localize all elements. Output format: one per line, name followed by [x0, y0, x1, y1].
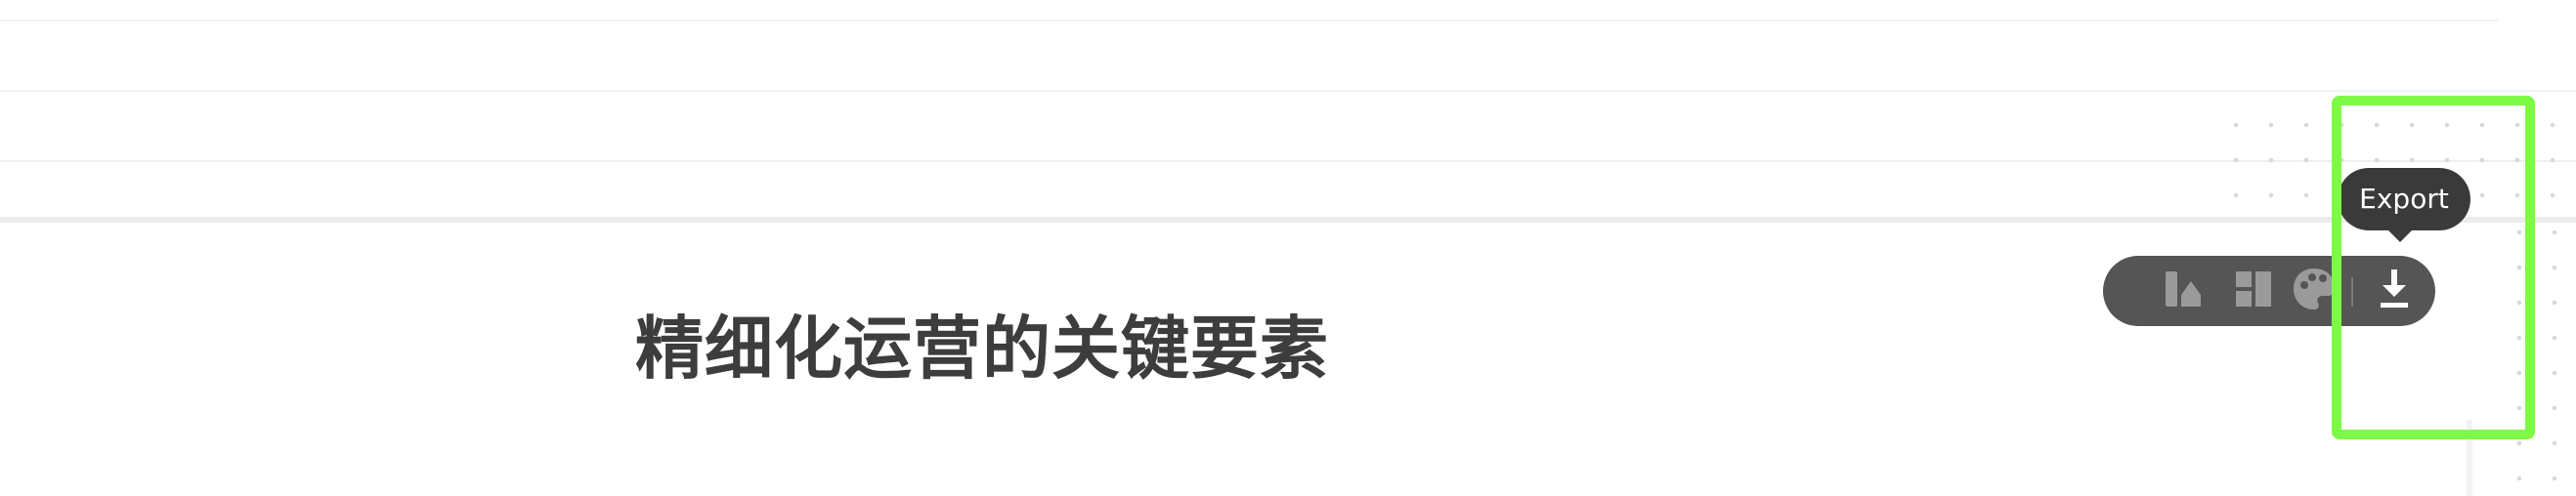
separator-line	[0, 90, 2576, 92]
highlight-box	[2332, 96, 2535, 439]
slide-title: 精细化运营的关键要素	[635, 309, 1329, 389]
grid-layout-icon	[2234, 269, 2273, 312]
top-separator-line	[0, 20, 2498, 21]
slide-top-edge	[0, 217, 2576, 223]
layout-variant-icon	[2162, 268, 2205, 314]
layout-button[interactable]	[2154, 256, 2212, 326]
palette-icon	[2291, 266, 2338, 316]
grid-button[interactable]	[2224, 256, 2283, 326]
separator-line	[0, 160, 2576, 162]
